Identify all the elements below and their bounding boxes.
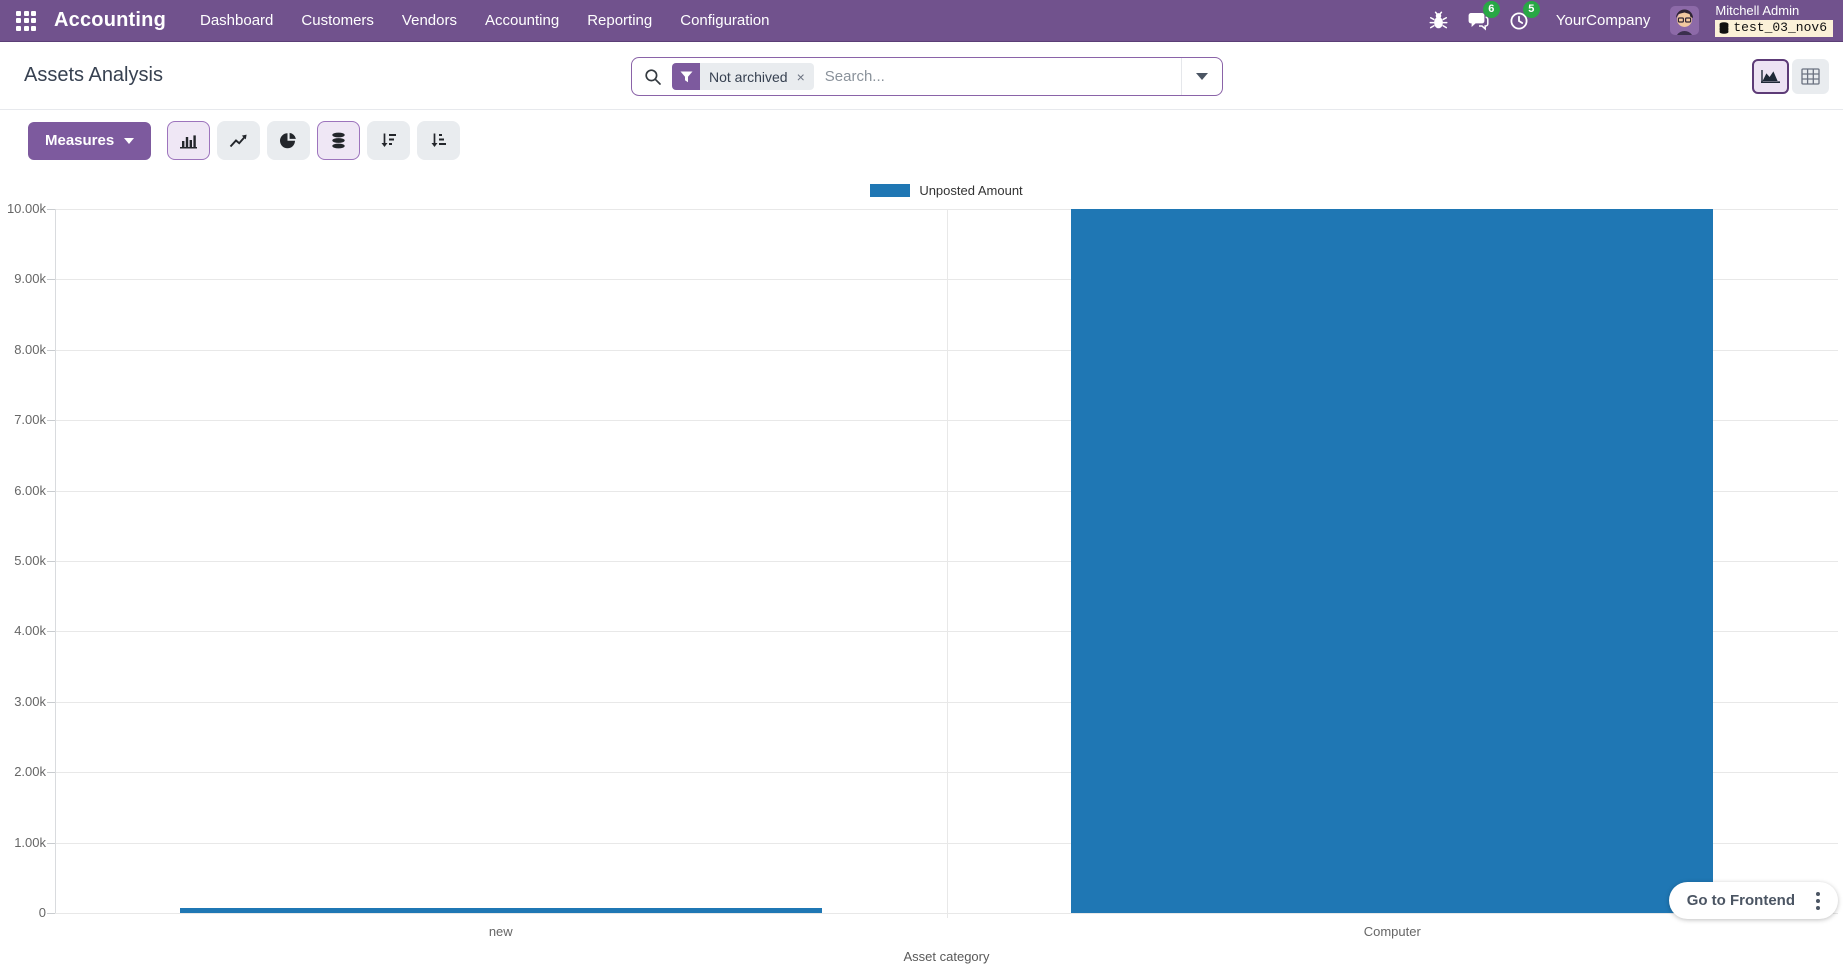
y-tick-label: 7.00k [0,412,46,427]
topbar-right: 6 5 YourCompany Mitchell Admin [1426,4,1835,38]
main-menu: DashboardCustomersVendorsAccountingRepor… [188,3,781,38]
company-switcher[interactable]: YourCompany [1556,12,1651,29]
facet-body: Not archived × [700,63,814,90]
y-tickmark [47,420,55,421]
gridline-v [947,209,948,918]
y-tick-label: 9.00k [0,271,46,286]
messages-icon[interactable]: 6 [1466,8,1492,34]
y-tickmark [47,561,55,562]
y-tickmark [47,279,55,280]
bar-computer[interactable] [1071,209,1713,913]
database-name: test_03_nov6 [1733,21,1827,36]
x-category-label: new [55,924,947,939]
measures-label: Measures [45,132,114,149]
chevron-down-icon [124,138,134,144]
view-switcher [1752,59,1829,94]
graph-view-button[interactable] [1752,59,1789,94]
pivot-view-button[interactable] [1792,59,1829,94]
search-input[interactable] [825,68,1181,85]
y-tickmark [47,702,55,703]
menu-item-customers[interactable]: Customers [289,3,386,38]
stacked-button[interactable] [317,121,360,160]
search-facet-not-archived: Not archived × [672,63,814,90]
menu-item-configuration[interactable]: Configuration [668,3,781,38]
search-dropdown-toggle[interactable] [1181,58,1222,95]
y-tick-label: 5.00k [0,553,46,568]
search-bar: Not archived × [631,57,1223,96]
control-panel: Assets Analysis Not archived × [0,42,1843,110]
y-axis-line [55,209,56,913]
y-tick-label: 10.00k [0,201,46,216]
page-title: Assets Analysis [24,64,163,87]
y-tickmark [47,913,55,914]
user-name: Mitchell Admin [1715,4,1799,19]
y-tickmark [47,843,55,844]
go-to-frontend-button[interactable]: Go to Frontend [1669,882,1838,919]
chart-legend[interactable]: Unposted Amount [55,183,1838,198]
x-category-label: Computer [947,924,1839,939]
pie-chart-button[interactable] [267,121,310,160]
legend-swatch [870,184,910,197]
messages-count-badge: 6 [1483,1,1500,18]
filter-icon [672,63,700,90]
menu-item-dashboard[interactable]: Dashboard [188,3,285,38]
activities-count-badge: 5 [1523,1,1540,18]
measures-button[interactable]: Measures [28,122,151,160]
y-tickmark [47,209,55,210]
sort-ascending-icon [430,132,447,149]
graph-view-icon [1760,68,1781,85]
go-to-frontend-label: Go to Frontend [1687,892,1795,909]
database-icon [1719,22,1729,34]
bar-chart-icon [179,132,198,149]
topbar: Accounting DashboardCustomersVendorsAcco… [0,0,1843,42]
search-icon [644,68,662,86]
line-chart-icon [229,133,248,149]
bar-chart: Unposted Amount 0 1.00k 2.00k 3.00k 4.00k 5.0… [0,170,1843,972]
sort-descending-icon [380,132,397,149]
database-badge: test_03_nov6 [1715,20,1833,38]
facet-label: Not archived [709,69,788,85]
legend-label: Unposted Amount [919,183,1022,198]
apps-menu-button[interactable] [8,3,44,39]
pie-chart-icon [280,132,297,149]
y-tick-label: 3.00k [0,694,46,709]
y-tick-label: 6.00k [0,483,46,498]
graph-toolbar: Measures [0,110,1843,160]
y-tickmark [47,631,55,632]
user-block[interactable]: Mitchell Admin test_03_nov6 [1715,4,1833,38]
facet-remove-icon[interactable]: × [797,70,805,84]
y-tick-label: 4.00k [0,623,46,638]
line-chart-button[interactable] [217,121,260,160]
sort-descending-button[interactable] [367,121,410,160]
chart-type-buttons [167,121,460,160]
kebab-menu-icon[interactable] [1805,888,1831,914]
y-tick-label: 0 [0,905,46,920]
sort-ascending-button[interactable] [417,121,460,160]
menu-item-reporting[interactable]: Reporting [575,3,664,38]
chevron-down-icon [1196,73,1208,80]
bar-new[interactable] [180,908,822,913]
pivot-view-icon [1801,68,1820,85]
y-tickmark [47,772,55,773]
y-tick-label: 1.00k [0,835,46,850]
activities-clock-icon[interactable]: 5 [1506,8,1532,34]
debug-bug-icon[interactable] [1426,8,1452,34]
y-tickmark [47,491,55,492]
menu-item-accounting[interactable]: Accounting [473,3,571,38]
y-tick-label: 8.00k [0,342,46,357]
stacked-icon [330,132,347,149]
menu-item-vendors[interactable]: Vendors [390,3,469,38]
bar-chart-button[interactable] [167,121,210,160]
y-tick-label: 2.00k [0,764,46,779]
y-tickmark [47,350,55,351]
apps-grid-icon [16,11,36,31]
x-axis-title: Asset category [55,949,1838,964]
app-brand[interactable]: Accounting [54,9,166,32]
user-avatar[interactable] [1670,6,1699,35]
